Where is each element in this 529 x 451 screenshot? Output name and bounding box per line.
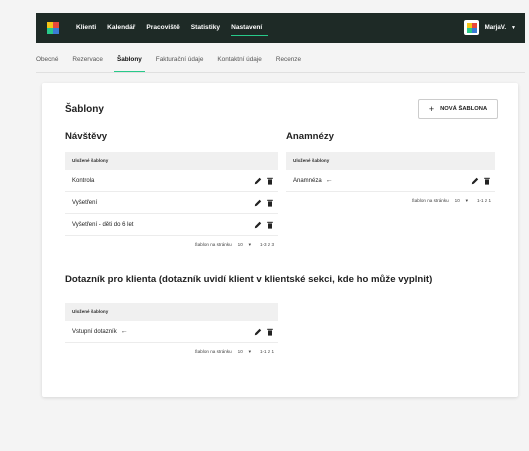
questionnaire-section-title: Dotazník pro klienta (dotazník uvidí kli… [65,274,433,285]
nav-item-calendar[interactable]: Kalendář [107,13,135,43]
page-range: 1-1 z 1 [259,349,274,354]
nav-item-statistics[interactable]: Statistiky [191,13,220,43]
new-template-label: NOVÁ ŠABLONA [440,106,488,112]
nav-item-settings[interactable]: Nastavení [231,13,269,43]
arrow-left-icon: ← [325,177,333,184]
table-row[interactable]: Anamnéza ← [286,170,495,192]
templates-card: Šablony + NOVÁ ŠABLONA Návštěvy Uložené … [42,83,518,397]
chevron-down-icon: ▼ [511,24,516,31]
pencil-icon[interactable] [471,177,479,185]
template-name: Vstupní dotazník [72,329,117,335]
plus-icon: + [428,104,435,114]
template-name: Anamnéza [293,178,322,184]
template-name: Vyšetření [72,200,98,206]
settings-tabs: Obecné Rezervace Šablony Fakturační údaj… [36,56,315,72]
questionnaire-pagination: Šablon na stránku 10 ▼ 1-1 z 1 [65,343,278,360]
main-nav: Klienti Kalendář Pracoviště Statistiky N… [76,13,273,43]
nav-item-workplace[interactable]: Pracoviště [146,13,179,43]
page-title: Šablony [65,104,104,115]
user-menu[interactable]: MarjaV. ▼ [463,20,516,35]
rows-per-page-label: Šablon na stránku [411,198,449,203]
page-range: 1-1 z 1 [476,198,491,203]
visits-section-title: Návštěvy [65,131,108,142]
visits-table: Uložené šablony Kontrola Vyšetření Vyšet… [65,152,278,253]
page-range: 1-3 z 3 [259,242,274,247]
tab-templates[interactable]: Šablony [113,56,145,72]
tab-billing[interactable]: Fakturační údaje [156,56,204,72]
avatar [463,20,479,35]
anamnesis-table: Uložené šablony Anamnéza ← Šablon na strá… [286,152,495,209]
table-row[interactable]: Vstupní dotazník ← [65,321,278,343]
visits-pagination: Šablon na stránku 10 ▼ 1-3 z 3 [65,236,278,253]
rows-per-page-select[interactable]: 10 [238,242,243,247]
anamnesis-table-header: Uložené šablony [286,152,495,170]
pencil-icon[interactable] [254,328,262,336]
rows-per-page-label: Šablon na stránku [194,349,232,354]
anamnesis-pagination: Šablon na stránku 10 ▼ 1-1 z 1 [286,192,495,209]
nav-item-clients[interactable]: Klienti [76,13,96,43]
anamnesis-section-title: Anamnézy [286,131,334,142]
trash-icon[interactable] [483,177,491,185]
trash-icon[interactable] [266,177,274,185]
pencil-icon[interactable] [254,199,262,207]
new-template-button[interactable]: + NOVÁ ŠABLONA [418,99,498,119]
questionnaire-table-header: Uložené šablony [65,303,278,321]
visits-table-header: Uložené šablony [65,152,278,170]
tab-general[interactable]: Obecné [36,56,58,72]
trash-icon[interactable] [266,199,274,207]
caret-down-icon[interactable]: ▼ [248,242,252,247]
caret-down-icon[interactable]: ▼ [465,198,469,203]
rows-per-page-select[interactable]: 10 [455,198,460,203]
caret-down-icon[interactable]: ▼ [248,349,252,354]
arrow-left-icon: ← [120,328,128,335]
pencil-icon[interactable] [254,221,262,229]
pencil-icon[interactable] [254,177,262,185]
table-row[interactable]: Kontrola [65,170,278,192]
user-name: MarjaV. [484,24,507,31]
top-navigation-bar: Klienti Kalendář Pracoviště Statistiky N… [36,13,525,43]
rows-per-page-label: Šablon na stránku [194,242,232,247]
template-name: Vyšetření - děti do 6 let [72,222,134,228]
trash-icon[interactable] [266,221,274,229]
tab-reviews[interactable]: Recenze [276,56,301,72]
tab-reservations[interactable]: Rezervace [72,56,103,72]
rows-per-page-select[interactable]: 10 [238,349,243,354]
template-name: Kontrola [72,178,95,184]
tabs-divider [36,72,525,73]
trash-icon[interactable] [266,328,274,336]
app-logo[interactable] [47,22,59,34]
table-row[interactable]: Vyšetření - děti do 6 let [65,214,278,236]
tab-contact[interactable]: Kontaktní údaje [217,56,261,72]
questionnaire-table: Uložené šablony Vstupní dotazník ← Šablon… [65,303,278,360]
table-row[interactable]: Vyšetření [65,192,278,214]
